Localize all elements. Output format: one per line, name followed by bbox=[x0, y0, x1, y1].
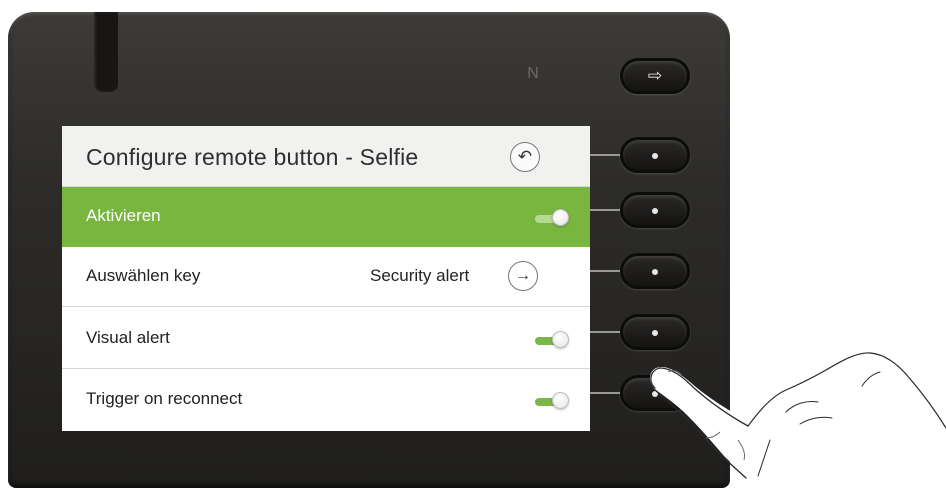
trigger-on-reconnect-toggle[interactable] bbox=[535, 392, 569, 409]
key-connector bbox=[588, 154, 620, 156]
key-connector bbox=[588, 392, 620, 394]
key-connector bbox=[588, 331, 620, 333]
dot-icon bbox=[652, 391, 658, 397]
arrow-right-icon[interactable]: → bbox=[508, 261, 538, 291]
visual-alert-toggle[interactable] bbox=[535, 331, 569, 348]
exit-icon: ⇨ bbox=[647, 66, 663, 85]
menu-item-auswaehlen-key[interactable]: Auswählen key Security alert → bbox=[62, 247, 590, 307]
toggle-knob bbox=[552, 331, 569, 348]
menu-item-visual-alert[interactable]: Visual alert bbox=[62, 309, 590, 369]
menu-item-label: Aktivieren bbox=[86, 206, 161, 225]
key-connector bbox=[588, 209, 620, 211]
dot-icon bbox=[652, 269, 658, 275]
menu-item-trigger-on-reconnect[interactable]: Trigger on reconnect bbox=[62, 370, 590, 430]
softkey-5[interactable] bbox=[620, 375, 690, 411]
nfc-icon: N bbox=[527, 65, 539, 82]
exit-key[interactable]: ⇨ bbox=[620, 58, 690, 94]
menu-item-value: Security alert bbox=[370, 266, 470, 285]
page-title: Configure remote button - Selfie bbox=[86, 144, 419, 170]
softkey-2[interactable] bbox=[620, 192, 690, 228]
back-icon[interactable]: ↶ bbox=[510, 142, 540, 172]
dot-icon bbox=[652, 153, 658, 159]
dot-icon bbox=[652, 330, 658, 336]
key-connector bbox=[588, 270, 620, 272]
title-bar: Configure remote button - Selfie ↶ bbox=[62, 126, 590, 187]
toggle-knob bbox=[552, 392, 569, 409]
aktivieren-toggle[interactable] bbox=[535, 209, 569, 226]
softkey-1[interactable] bbox=[620, 137, 690, 173]
menu-item-aktivieren[interactable]: Aktivieren bbox=[62, 187, 590, 247]
dot-icon bbox=[652, 208, 658, 214]
softkey-3[interactable] bbox=[620, 253, 690, 289]
menu-item-label: Trigger on reconnect bbox=[86, 389, 243, 408]
display-screen: Configure remote button - Selfie ↶ Aktiv… bbox=[62, 126, 590, 431]
toggle-knob bbox=[552, 209, 569, 226]
handset-slot bbox=[94, 12, 118, 92]
softkey-4[interactable] bbox=[620, 314, 690, 350]
menu-item-label: Visual alert bbox=[86, 328, 170, 347]
menu-item-label: Auswählen key bbox=[86, 266, 201, 285]
